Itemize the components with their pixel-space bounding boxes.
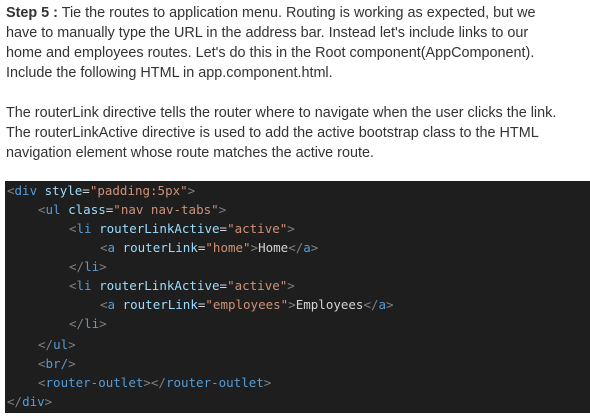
step-label: Step 5 : [6, 5, 58, 21]
paragraph-line: Step 5 : Tie the routes to application m… [6, 3, 584, 23]
paragraph-line: home and employees routes. Let's do this… [6, 45, 535, 61]
paragraph-line: The routerLinkActive directive is used t… [6, 125, 539, 141]
router-link-explanation: The routerLink directive tells the route… [6, 103, 584, 163]
step-5-paragraph: Step 5 : Tie the routes to application m… [6, 3, 584, 83]
code-tag: ul [53, 337, 69, 352]
code-line: <br/> [38, 356, 76, 371]
code-line: </div> [7, 394, 53, 409]
code-tag: br/ [45, 356, 69, 371]
paragraph-text: Tie the routes to application menu. Rout… [57, 5, 536, 21]
code-block-overlay: </ul> <br/> <router-outlet></router-outl… [5, 181, 590, 413]
paragraph-line: navigation element whose route matches t… [6, 145, 374, 161]
code-tag: router-outlet [45, 375, 144, 390]
code-line: </ul> [38, 337, 76, 352]
code-tag: router-outlet [165, 375, 264, 390]
paragraph-line: The routerLink directive tells the route… [6, 105, 557, 121]
code-line: <router-outlet></router-outlet> [38, 375, 272, 390]
paragraph-line: Include the following HTML in app.compon… [6, 65, 333, 81]
paragraph-line: have to manually type the URL in the add… [6, 25, 529, 41]
code-tag: div [22, 394, 45, 409]
